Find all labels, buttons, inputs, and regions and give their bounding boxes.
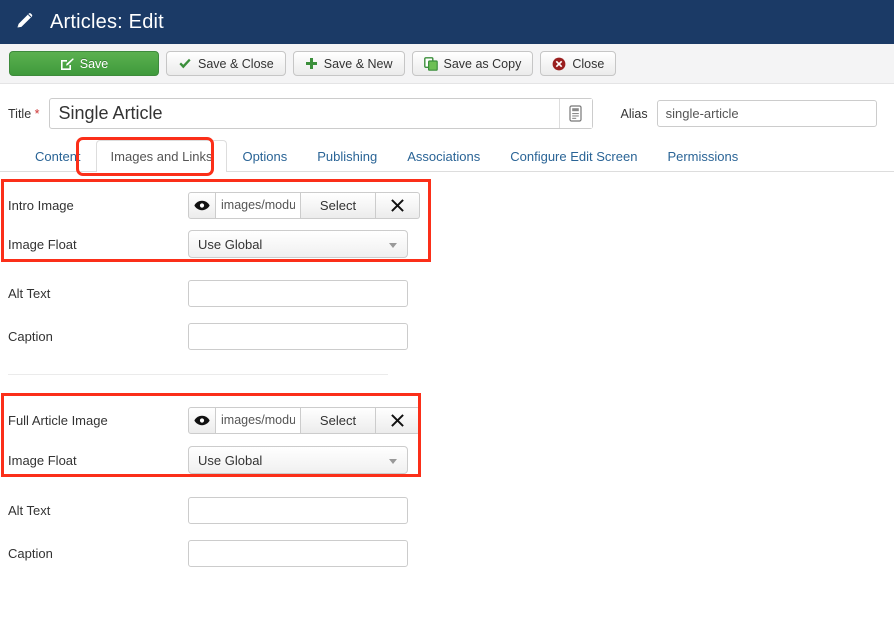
page-header: Articles: Edit	[0, 0, 894, 44]
section-divider	[8, 374, 388, 375]
full-article-image-label: Full Article Image	[8, 412, 108, 428]
intro-alt-text-row: Alt Text	[0, 270, 894, 316]
close-button[interactable]: Close	[540, 51, 617, 76]
tab-options[interactable]: Options	[227, 140, 302, 172]
title-row: Title * Alias	[0, 84, 894, 139]
eye-icon[interactable]	[188, 191, 216, 219]
intro-caption-row: Caption	[0, 316, 894, 356]
full-article-alt-text-label: Alt Text	[8, 502, 51, 518]
intro-image-input-group: Select	[188, 191, 420, 219]
article-editor-icon[interactable]	[558, 99, 592, 128]
full-article-caption-row: Caption	[0, 533, 894, 573]
title-field-wrapper	[48, 98, 593, 129]
save-button[interactable]: Save	[9, 51, 159, 76]
intro-image-float-label: Image Float	[8, 236, 77, 252]
save-and-new-button[interactable]: Save & New	[292, 51, 405, 76]
intro-caption-input[interactable]	[188, 322, 408, 350]
intro-image-select-button[interactable]: Select	[300, 191, 376, 219]
title-label-text: Title	[8, 106, 32, 121]
check-icon	[178, 58, 192, 70]
intro-image-label: Intro Image	[8, 197, 74, 213]
full-article-image-clear-button[interactable]	[376, 406, 420, 434]
full-article-image-float-select[interactable]: Use Global	[188, 446, 408, 474]
save-and-close-button[interactable]: Save & Close	[166, 51, 286, 76]
full-article-alt-text-input[interactable]	[188, 496, 408, 524]
intro-image-float-value: Use Global	[198, 236, 263, 252]
intro-image-row: Intro Image Select	[0, 186, 894, 224]
intro-image-float-row: Image Float Use Global	[0, 224, 894, 264]
pencil-icon	[14, 9, 36, 36]
full-article-caption-label: Caption	[8, 545, 53, 561]
full-article-image-select-button[interactable]: Select	[300, 406, 376, 434]
intro-image-clear-button[interactable]	[376, 191, 420, 219]
tab-permissions[interactable]: Permissions	[652, 140, 753, 172]
tab-configure-edit-screen[interactable]: Configure Edit Screen	[495, 140, 652, 172]
page-title: Articles: Edit	[50, 10, 164, 33]
editor-toolbar: Save Save & Close Save & New Save as Cop…	[0, 44, 894, 84]
save-and-close-label: Save & Close	[198, 56, 274, 71]
pencil-square-icon	[60, 57, 74, 71]
intro-alt-text-label: Alt Text	[8, 285, 51, 301]
save-as-copy-label: Save as Copy	[443, 56, 522, 71]
intro-image-float-select[interactable]: Use Global	[188, 230, 408, 258]
title-label: Title *	[8, 107, 40, 121]
plus-icon	[305, 57, 318, 70]
required-marker: *	[34, 106, 40, 121]
chevron-down-icon	[389, 243, 397, 248]
save-button-label: Save	[79, 56, 109, 71]
full-article-image-input-group: Select	[188, 406, 420, 434]
chevron-down-icon	[389, 459, 397, 464]
full-article-image-float-label: Image Float	[8, 452, 77, 468]
eye-icon[interactable]	[188, 406, 216, 434]
images-and-links-panel: Intro Image Select Image Float	[0, 178, 894, 573]
intro-image-path-input[interactable]	[216, 191, 300, 219]
circle-x-icon	[552, 57, 566, 71]
full-article-image-group: Full Article Image Select Image F	[0, 393, 894, 487]
save-and-new-label: Save & New	[323, 56, 393, 71]
copy-icon	[423, 56, 438, 71]
alias-label: Alias	[620, 106, 648, 121]
alias-input[interactable]	[656, 100, 877, 127]
full-article-caption-input[interactable]	[188, 539, 408, 567]
intro-image-group: Intro Image Select Image Float	[0, 178, 894, 270]
tab-list: Content Images and Links Options Publish…	[20, 139, 894, 172]
full-article-image-row: Full Article Image Select	[0, 401, 894, 439]
intro-caption-label: Caption	[8, 328, 53, 344]
full-article-image-float-value: Use Global	[198, 452, 263, 468]
title-input[interactable]	[48, 98, 593, 129]
tab-publishing[interactable]: Publishing	[302, 140, 392, 172]
full-article-alt-text-row: Alt Text	[0, 487, 894, 533]
close-button-label: Close	[572, 56, 605, 71]
tab-bar: Content Images and Links Options Publish…	[0, 137, 894, 176]
full-article-image-path-input[interactable]	[216, 406, 300, 434]
tab-images-and-links[interactable]: Images and Links	[95, 140, 228, 172]
tab-associations[interactable]: Associations	[392, 140, 495, 172]
save-as-copy-button[interactable]: Save as Copy	[411, 51, 534, 76]
intro-alt-text-input[interactable]	[188, 279, 408, 307]
tab-content[interactable]: Content	[20, 140, 96, 172]
full-article-image-float-row: Image Float Use Global	[0, 439, 894, 481]
